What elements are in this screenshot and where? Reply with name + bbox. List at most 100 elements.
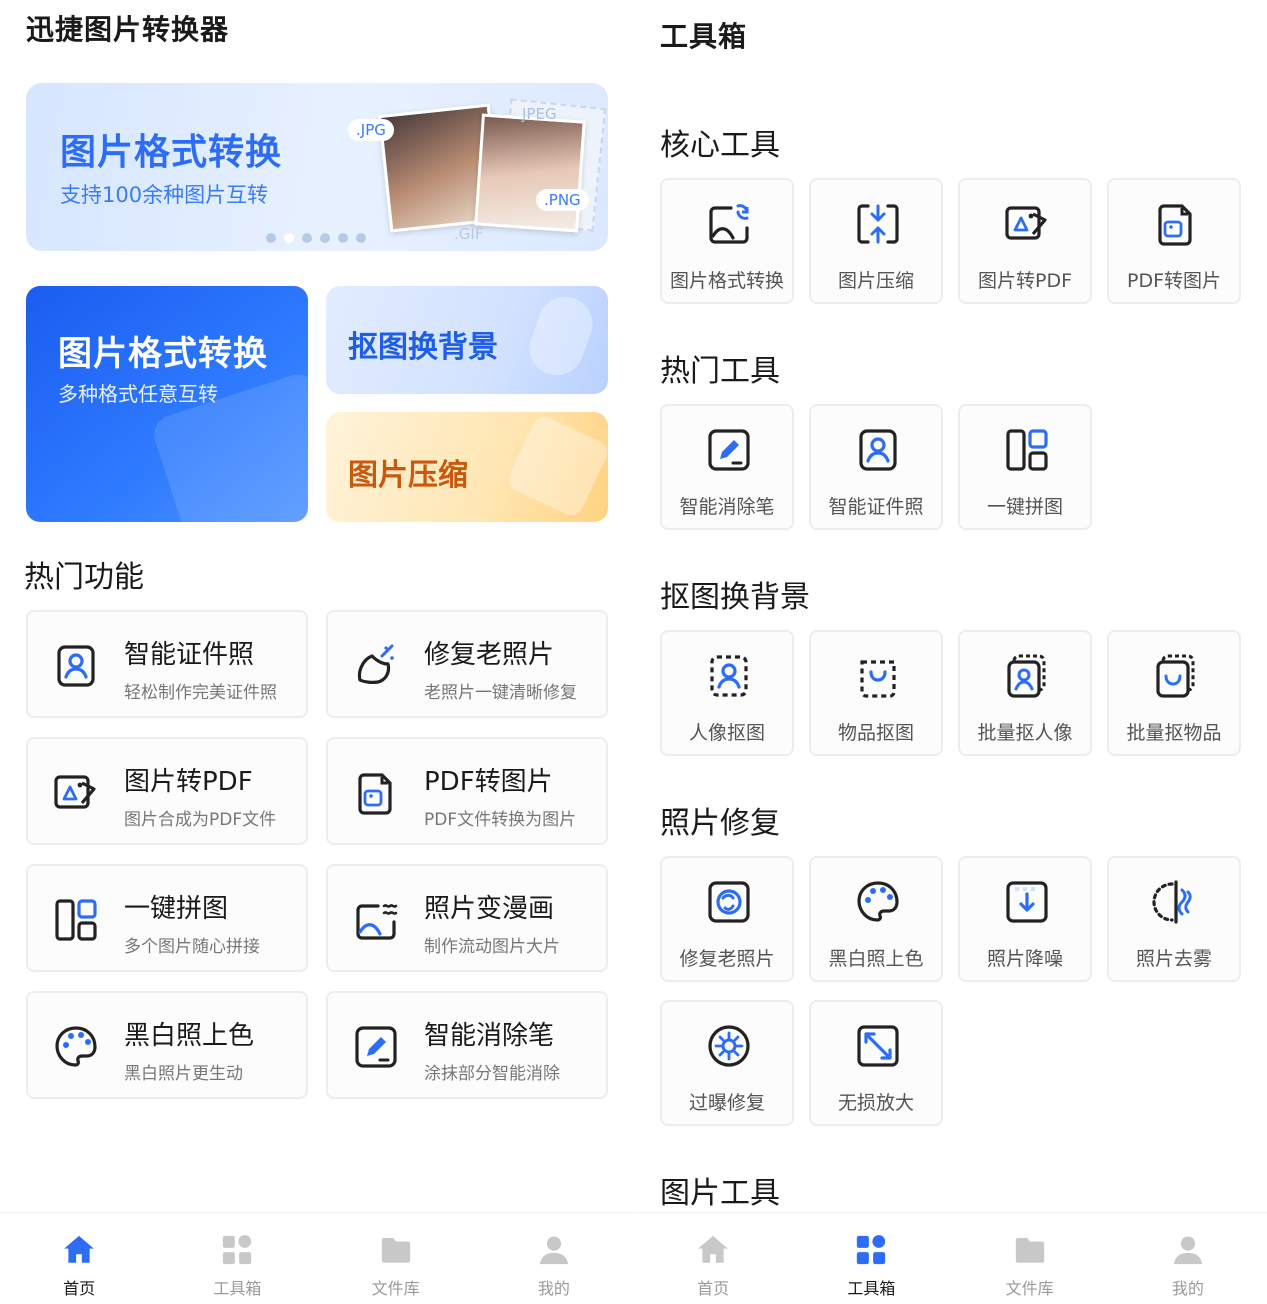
tool-label: 无损放大 [837,1092,914,1114]
toolbox-title: 工具箱 [660,20,748,53]
promo-cutout-title: 抠图换背景 [348,330,498,365]
tool-card[interactable]: 人像抠图 [660,630,794,756]
batch-object-icon [1152,652,1200,700]
tool-label: 人像抠图 [688,722,765,744]
feature-card[interactable]: 修复老照片 老照片一键清晰修复 [326,610,608,718]
tool-label: 物品抠图 [837,722,914,744]
nav-item[interactable]: 首页 [0,1213,158,1304]
carousel-dot[interactable] [320,233,330,243]
tool-label: 批量抠物品 [1126,722,1222,744]
tool-label: 图片压缩 [837,270,914,292]
palette-icon [854,878,902,926]
promo-compress-title: 图片压缩 [348,458,468,493]
nav-label: 我的 [1171,1279,1204,1298]
pdf-to-image-icon [352,769,400,817]
feature-card[interactable]: 一键拼图 多个图片随心拼接 [26,864,308,972]
nav-label: 工具箱 [213,1279,262,1298]
nav-label: 文件库 [1005,1279,1054,1298]
banner-tag-gif: .GIF [454,225,484,243]
tool-card[interactable]: 无损放大 [809,1000,943,1126]
tool-label: 智能证件照 [828,496,924,518]
banner-carousel[interactable]: 图片格式转换 支持100余种图片互转 JPEG .JPG .PNG .GIF [26,83,608,251]
nav-item[interactable]: 工具箱 [158,1213,316,1304]
promo-cutout-background[interactable]: 抠图换背景 [326,286,608,394]
carousel-dot[interactable] [266,233,276,243]
bottom-nav: 首页 工具箱 文件库 我的 [0,1212,633,1304]
banner-tag-jpeg: JPEG [522,105,557,123]
home-icon [696,1233,730,1267]
promo-compress[interactable]: 图片压缩 [326,412,608,522]
feature-subtitle: 黑白照片更生动 [124,1064,243,1084]
tool-card[interactable]: 过曝修复 [660,1000,794,1126]
carousel-dot[interactable] [356,233,366,243]
nav-item[interactable]: 首页 [634,1213,792,1304]
feature-title: 照片变漫画 [424,894,555,924]
banner-tag-jpg: .JPG [348,119,394,141]
promo-format-convert[interactable]: 图片格式转换 多种格式任意互转 [26,286,308,522]
nav-label: 首页 [63,1279,96,1298]
feature-card[interactable]: 智能消除笔 涂抹部分智能消除 [326,991,608,1099]
feature-subtitle: 图片合成为PDF文件 [124,810,277,830]
carousel-dots [266,233,366,243]
tool-card[interactable]: 照片降噪 [958,856,1092,982]
feature-card[interactable]: 智能证件照 轻松制作完美证件照 [26,610,308,718]
tool-card[interactable]: 修复老照片 [660,856,794,982]
tool-section-title: 照片修复 [660,806,780,841]
banner-subtitle: 支持100余种图片互转 [60,183,269,207]
nav-item[interactable]: 我的 [1109,1213,1267,1304]
feature-card[interactable]: 图片转PDF 图片合成为PDF文件 [26,737,308,845]
compress-icon [854,200,902,248]
feature-title: 图片转PDF [124,767,253,797]
toolbox-icon [220,1233,254,1267]
tool-label: PDF转图片 [1126,270,1222,292]
tool-card[interactable]: 智能消除笔 [660,404,794,530]
home-icon [62,1233,96,1267]
tool-card[interactable]: 物品抠图 [809,630,943,756]
tool-label: 照片降噪 [986,948,1063,970]
palette-icon [52,1023,100,1071]
carousel-dot[interactable] [284,233,294,243]
batch-portrait-icon [1003,652,1051,700]
banner-photo-b [474,113,586,233]
tool-card[interactable]: 照片去雾 [1107,856,1241,982]
nav-item[interactable]: 工具箱 [792,1213,950,1304]
carousel-dot[interactable] [338,233,348,243]
collage-icon [52,896,100,944]
banner-title: 图片格式转换 [60,132,283,173]
feature-title: 黑白照上色 [124,1021,255,1051]
image-convert-icon [705,200,753,248]
nav-item[interactable]: 文件库 [951,1213,1109,1304]
feature-card[interactable]: 照片变漫画制作流动图片大片 [326,864,608,972]
tool-section-title: 热门工具 [660,354,780,389]
tool-card[interactable]: 图片转PDF [958,178,1092,304]
tool-section-title: 图片工具 [660,1176,780,1211]
tool-label: 过曝修复 [688,1092,765,1114]
feature-title: 一键拼图 [124,894,229,924]
carousel-dot[interactable] [302,233,312,243]
tool-card[interactable]: 批量抠人像 [958,630,1092,756]
pdf-to-image-icon [1152,200,1200,248]
id-photo-icon [854,426,902,474]
feature-subtitle: 涂抹部分智能消除 [424,1064,560,1084]
enlarge-icon [854,1022,902,1070]
nav-item[interactable]: 文件库 [317,1213,475,1304]
portrait-cutout-icon [705,652,753,700]
tool-card[interactable]: PDF转图片 [1107,178,1241,304]
nav-label: 工具箱 [847,1279,896,1298]
tool-label: 照片去雾 [1135,948,1212,970]
tool-label: 智能消除笔 [679,496,775,518]
tool-card[interactable]: 批量抠物品 [1107,630,1241,756]
tool-card[interactable]: 智能证件照 [809,404,943,530]
tool-card[interactable]: 图片压缩 [809,178,943,304]
photo-to-cartoon-icon [352,896,400,944]
tool-card[interactable]: 图片格式转换 [660,178,794,304]
nav-label: 首页 [697,1279,730,1298]
tool-card[interactable]: 黑白照上色 [809,856,943,982]
tool-card[interactable]: 一键拼图 [958,404,1092,530]
nav-item[interactable]: 我的 [475,1213,633,1304]
feature-card[interactable]: 黑白照上色黑白照片更生动 [26,991,308,1099]
tool-label: 修复老照片 [679,948,775,970]
feature-subtitle: 制作流动图片大片 [424,937,560,957]
promo-big-title: 图片格式转换 [58,334,268,374]
feature-card[interactable]: PDF转图片 PDF文件转换为图片 [326,737,608,845]
